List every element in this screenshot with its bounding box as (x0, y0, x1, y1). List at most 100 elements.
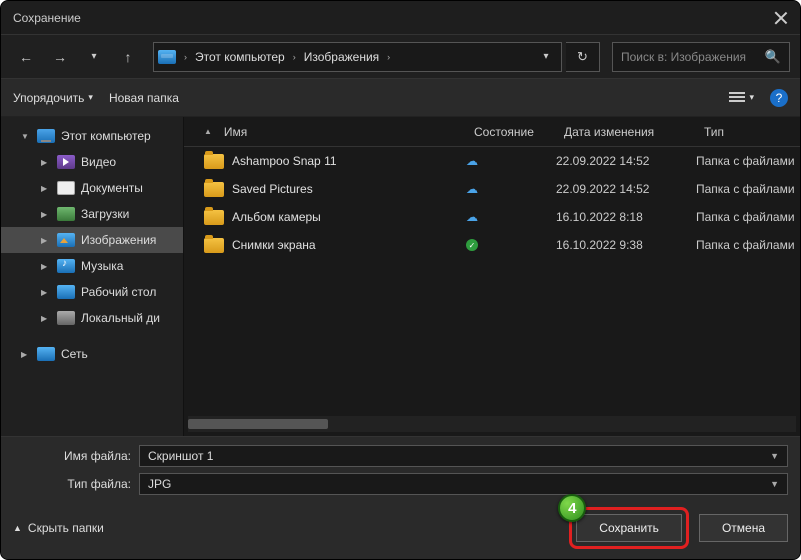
files-pane: ▲ Имя Состояние Дата изменения Тип Asham… (184, 117, 800, 436)
chevron-right-icon[interactable] (21, 349, 31, 359)
new-folder-button[interactable]: Новая папка (109, 91, 179, 105)
chevron-up-icon: ▲ (13, 523, 22, 533)
video-icon (57, 155, 75, 169)
chevron-down-icon[interactable]: ▼ (770, 451, 779, 461)
chevron-right-icon[interactable] (41, 183, 51, 193)
filename-value: Скриншот 1 (148, 449, 213, 463)
help-icon[interactable]: ? (770, 89, 788, 107)
check-icon: ✓ (466, 239, 478, 251)
breadcrumb-dropdown[interactable]: ▾ (535, 42, 557, 72)
bottom-panel: Имя файла: Скриншот 1 ▼ Тип файла: JPG ▼… (1, 436, 800, 559)
breadcrumb-bar[interactable]: › Этот компьютер › Изображения › ▾ (153, 42, 562, 72)
chevron-down-icon[interactable]: ▼ (770, 479, 779, 489)
pc-icon (158, 50, 176, 64)
chevron-right-icon[interactable] (41, 235, 51, 245)
sidebar-item-label: Видео (81, 155, 116, 169)
forward-button[interactable]: → (45, 42, 75, 72)
table-row[interactable]: Снимки экрана✓16.10.2022 9:38Папка с фай… (184, 231, 800, 259)
column-type[interactable]: Тип (704, 125, 800, 139)
scrollbar-thumb[interactable] (188, 419, 328, 429)
sidebar-item-video[interactable]: Видео (1, 149, 183, 175)
column-state[interactable]: Состояние (474, 125, 564, 139)
sidebar-item-label: Этот компьютер (61, 129, 151, 143)
filetype-label: Тип файла: (13, 477, 131, 491)
sidebar-item-label: Локальный ди (81, 311, 160, 325)
folder-icon (204, 210, 224, 225)
column-name[interactable]: ▲ Имя (204, 125, 474, 139)
chevron-right-icon: › (385, 52, 392, 62)
chevron-right-icon[interactable] (41, 157, 51, 167)
back-button[interactable]: ← (11, 42, 41, 72)
filetype-row: Тип файла: JPG ▼ (13, 473, 788, 495)
chevron-right-icon[interactable] (41, 261, 51, 271)
sidebar-item-label: Документы (81, 181, 143, 195)
button-row: ▲ Скрыть папки 4 Сохранить Отмена (13, 507, 788, 549)
close-icon[interactable] (774, 11, 788, 25)
refresh-button[interactable]: ↻ (566, 42, 600, 72)
hide-folders-button[interactable]: ▲ Скрыть папки (13, 521, 104, 535)
document-icon (57, 181, 75, 195)
sidebar-item-label: Музыка (81, 259, 123, 273)
table-row[interactable]: Saved Pictures☁22.09.2022 14:52Папка с ф… (184, 175, 800, 203)
chevron-right-icon[interactable] (41, 287, 51, 297)
chevron-right-icon[interactable] (41, 209, 51, 219)
sidebar-item-desktop[interactable]: Рабочий стол (1, 279, 183, 305)
cloud-icon: ☁ (466, 182, 478, 196)
folder-icon (204, 238, 224, 253)
image-icon (57, 233, 75, 247)
filetype-select[interactable]: JPG ▼ (139, 473, 788, 495)
toolbar: Упорядочить▾ Новая папка ▾ ? (1, 79, 800, 117)
chevron-right-icon: › (182, 52, 189, 62)
cancel-button[interactable]: Отмена (699, 514, 788, 542)
sidebar-item-label: Загрузки (81, 207, 129, 221)
filetype-value: JPG (148, 477, 171, 491)
organize-menu[interactable]: Упорядочить▾ (13, 91, 93, 105)
file-type: Папка с файлами (696, 182, 800, 196)
nav-row: ← → ▾ ↑ › Этот компьютер › Изображения ›… (1, 35, 800, 79)
table-row[interactable]: Ashampoo Snap 11☁22.09.2022 14:52Папка с… (184, 147, 800, 175)
sidebar-item-images[interactable]: Изображения (1, 227, 183, 253)
sidebar-item-downloads[interactable]: Загрузки (1, 201, 183, 227)
file-name: Снимки экрана (232, 238, 316, 252)
horizontal-scrollbar[interactable] (188, 416, 796, 432)
folder-icon (204, 182, 224, 197)
list-view-icon (729, 92, 745, 104)
filename-input[interactable]: Скриншот 1 ▼ (139, 445, 788, 467)
table-row[interactable]: Альбом камеры☁16.10.2022 8:18Папка с фай… (184, 203, 800, 231)
titlebar: Сохранение (1, 1, 800, 35)
file-type: Папка с файлами (696, 238, 800, 252)
column-date[interactable]: Дата изменения (564, 125, 704, 139)
sort-indicator-icon: ▲ (204, 127, 212, 136)
pc-icon (37, 129, 55, 143)
sidebar-item-label: Изображения (81, 233, 156, 247)
sidebar-item-label: Сеть (61, 347, 88, 361)
sidebar-item-label: Рабочий стол (81, 285, 156, 299)
column-headers: ▲ Имя Состояние Дата изменения Тип (184, 117, 800, 147)
file-date: 22.09.2022 14:52 (556, 182, 696, 196)
sidebar: Этот компьютер Видео Документы Загрузки (1, 117, 184, 436)
desktop-icon (57, 285, 75, 299)
cloud-icon: ☁ (466, 154, 478, 168)
view-menu[interactable]: ▾ (729, 92, 754, 104)
chevron-down-icon[interactable] (21, 131, 31, 141)
breadcrumb-folder[interactable]: Изображения (300, 48, 383, 66)
sidebar-item-documents[interactable]: Документы (1, 175, 183, 201)
breadcrumb-root[interactable]: Этот компьютер (191, 48, 289, 66)
save-dialog: Сохранение ← → ▾ ↑ › Этот компьютер › Из… (0, 0, 801, 560)
recent-locations-button[interactable]: ▾ (79, 42, 109, 72)
search-icon[interactable]: 🔍 (765, 49, 781, 65)
sidebar-item-network[interactable]: Сеть (1, 341, 183, 367)
chevron-right-icon: › (291, 52, 298, 62)
search-input[interactable]: Поиск в: Изображения 🔍 (612, 42, 790, 72)
save-button[interactable]: Сохранить (576, 514, 682, 542)
sidebar-item-music[interactable]: Музыка (1, 253, 183, 279)
file-list: Ashampoo Snap 11☁22.09.2022 14:52Папка с… (184, 147, 800, 416)
sidebar-item-local-disk[interactable]: Локальный ди (1, 305, 183, 331)
window-title: Сохранение (13, 11, 774, 25)
up-button[interactable]: ↑ (113, 42, 143, 72)
chevron-right-icon[interactable] (41, 313, 51, 323)
file-type: Папка с файлами (696, 154, 800, 168)
sidebar-item-this-pc[interactable]: Этот компьютер (1, 123, 183, 149)
disk-icon (57, 311, 75, 325)
file-date: 22.09.2022 14:52 (556, 154, 696, 168)
